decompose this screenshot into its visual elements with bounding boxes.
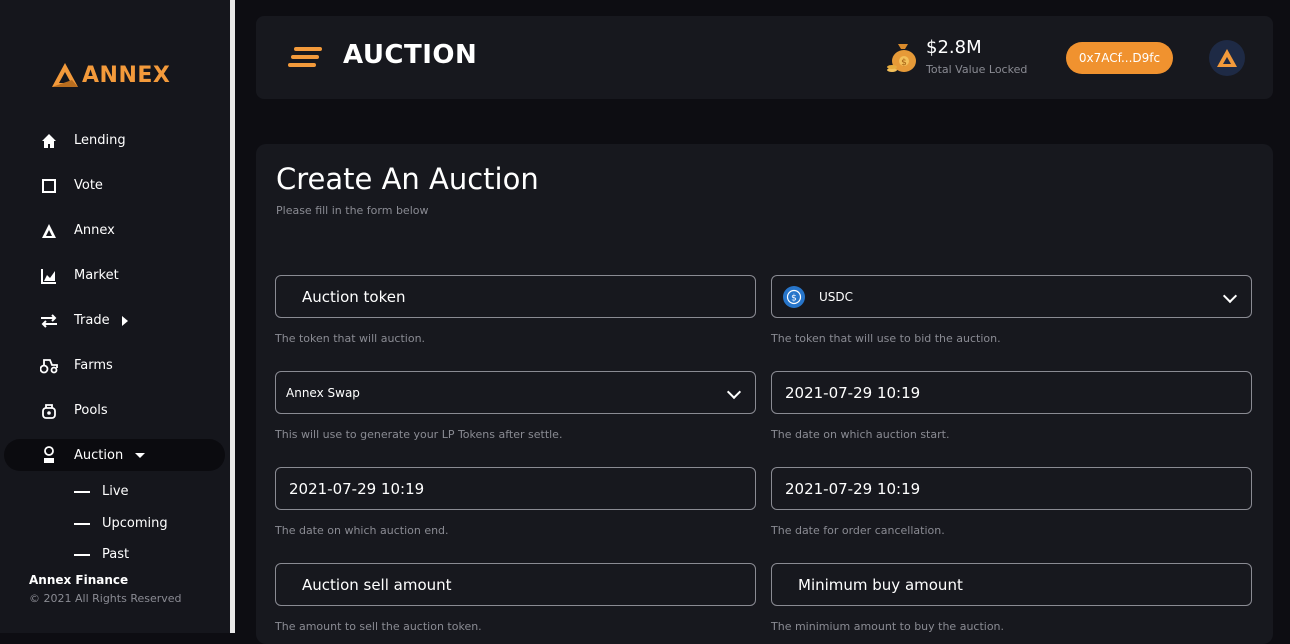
sidebar-item-pools[interactable]: Pools (0, 388, 230, 433)
start-date-input[interactable]: 2021-07-29 10:19 (771, 371, 1252, 414)
cancel-date-input[interactable]: 2021-07-29 10:19 (771, 467, 1252, 510)
annex-logo-icon (52, 63, 78, 87)
sidebar-item-label: Vote (74, 178, 103, 193)
lp-router-value: Annex Swap (286, 385, 360, 400)
end-date-hint: The date on which auction end. (275, 524, 449, 537)
end-date-value: 2021-07-29 10:19 (289, 479, 425, 498)
caret-right-icon (121, 315, 128, 326)
dash-icon (74, 522, 90, 525)
sidebar-item-label: Auction (74, 447, 124, 463)
annex-logo[interactable]: ANNEX (50, 60, 170, 90)
sell-amount-placeholder: Auction sell amount (302, 575, 452, 594)
sell-amount-hint: The amount to sell the auction token. (275, 620, 482, 633)
auction-token-input[interactable]: Auction token (275, 275, 756, 318)
chevron-down-icon (726, 384, 742, 400)
sidebar-subitem-upcoming[interactable]: Upcoming (74, 516, 224, 531)
start-date-hint: The date on which auction start. (771, 428, 950, 441)
auction-token-hint: The token that will auction. (275, 332, 426, 345)
subitem-label: Live (102, 484, 129, 499)
dash-icon (74, 553, 90, 556)
start-date-value: 2021-07-29 10:19 (785, 383, 921, 402)
caret-down-icon (135, 452, 146, 458)
lp-router-hint: This will use to generate your LP Tokens… (275, 428, 563, 441)
dash-icon (74, 490, 90, 493)
bid-token-hint: The token that will use to bid the aucti… (771, 332, 1001, 345)
subitem-label: Upcoming (102, 516, 168, 531)
cancel-date-hint: The date for order cancellation. (771, 524, 945, 537)
annex-logo-icon (1217, 49, 1237, 67)
svg-text:$: $ (791, 293, 797, 303)
sidebar-item-label: Pools (74, 403, 108, 418)
page-title: AUCTION (343, 40, 478, 70)
money-bag-icon: $ (886, 38, 920, 78)
sidebar-item-label: Lending (74, 133, 126, 148)
sidebar-subitem-live[interactable]: Live (74, 484, 224, 499)
sidebar-item-auction[interactable]: Auction (4, 439, 225, 471)
sidebar-nav: Lending Vote Annex Market Trade Farms Po… (0, 118, 230, 477)
sidebar-item-lending[interactable]: Lending (0, 118, 230, 163)
sidebar-subitem-past[interactable]: Past (74, 547, 224, 562)
auction-token-placeholder: Auction token (302, 287, 406, 306)
home-icon (40, 132, 58, 150)
tvl-value: $2.8M (926, 37, 982, 58)
lp-router-select[interactable]: Annex Swap (275, 371, 756, 414)
sidebar-item-label: Trade (74, 313, 110, 328)
tractor-icon (40, 357, 58, 375)
tvl-label: Total Value Locked (926, 63, 1028, 76)
sidebar-item-label: Annex (74, 223, 115, 238)
svg-text:$: $ (901, 58, 907, 68)
annex-logo-icon (40, 222, 58, 240)
min-buy-placeholder: Minimum buy amount (798, 575, 963, 594)
form-title: Create An Auction (276, 162, 539, 196)
swap-icon (40, 312, 58, 330)
brand-name: ANNEX (82, 62, 171, 88)
bid-token-value: USDC (819, 289, 854, 304)
min-buy-amount-input[interactable]: Minimum buy amount (771, 563, 1252, 606)
pool-icon (40, 402, 58, 420)
top-header: AUCTION $ $2.8M Total Value Locked 0x7AC… (256, 16, 1273, 99)
min-buy-hint: The minimium amount to buy the auction. (771, 620, 1005, 633)
sidebar-item-vote[interactable]: Vote (0, 163, 230, 208)
square-icon (40, 177, 58, 195)
sidebar-item-market[interactable]: Market (0, 253, 230, 298)
end-date-input[interactable]: 2021-07-29 10:19 (275, 467, 756, 510)
sidebar: ANNEX Lending Vote Annex Market Trade Fa… (0, 0, 230, 633)
sidebar-item-farms[interactable]: Farms (0, 343, 230, 388)
form-subtitle: Please fill in the form below (276, 204, 429, 217)
wallet-address-button[interactable]: 0x7ACf...D9fc (1066, 42, 1173, 74)
footer-title: Annex Finance (29, 573, 129, 587)
menu-icon[interactable] (288, 47, 322, 69)
sidebar-scrollbar[interactable] (230, 0, 235, 633)
usdc-icon: $ (783, 285, 805, 308)
sidebar-item-label: Market (74, 268, 119, 283)
footer-copyright: © 2021 All Rights Reserved (29, 592, 182, 605)
sidebar-item-trade[interactable]: Trade (0, 298, 230, 343)
cancel-date-value: 2021-07-29 10:19 (785, 479, 921, 498)
auction-icon (40, 446, 58, 464)
chevron-down-icon (1222, 288, 1238, 304)
sell-amount-input[interactable]: Auction sell amount (275, 563, 756, 606)
sidebar-item-label: Farms (74, 358, 113, 373)
sidebar-item-annex[interactable]: Annex (0, 208, 230, 253)
avatar[interactable] (1209, 40, 1245, 76)
subitem-label: Past (102, 547, 130, 562)
bid-token-select[interactable]: $ USDC (771, 275, 1252, 318)
chart-icon (40, 267, 58, 285)
create-auction-card: Create An Auction Please fill in the for… (256, 144, 1273, 644)
